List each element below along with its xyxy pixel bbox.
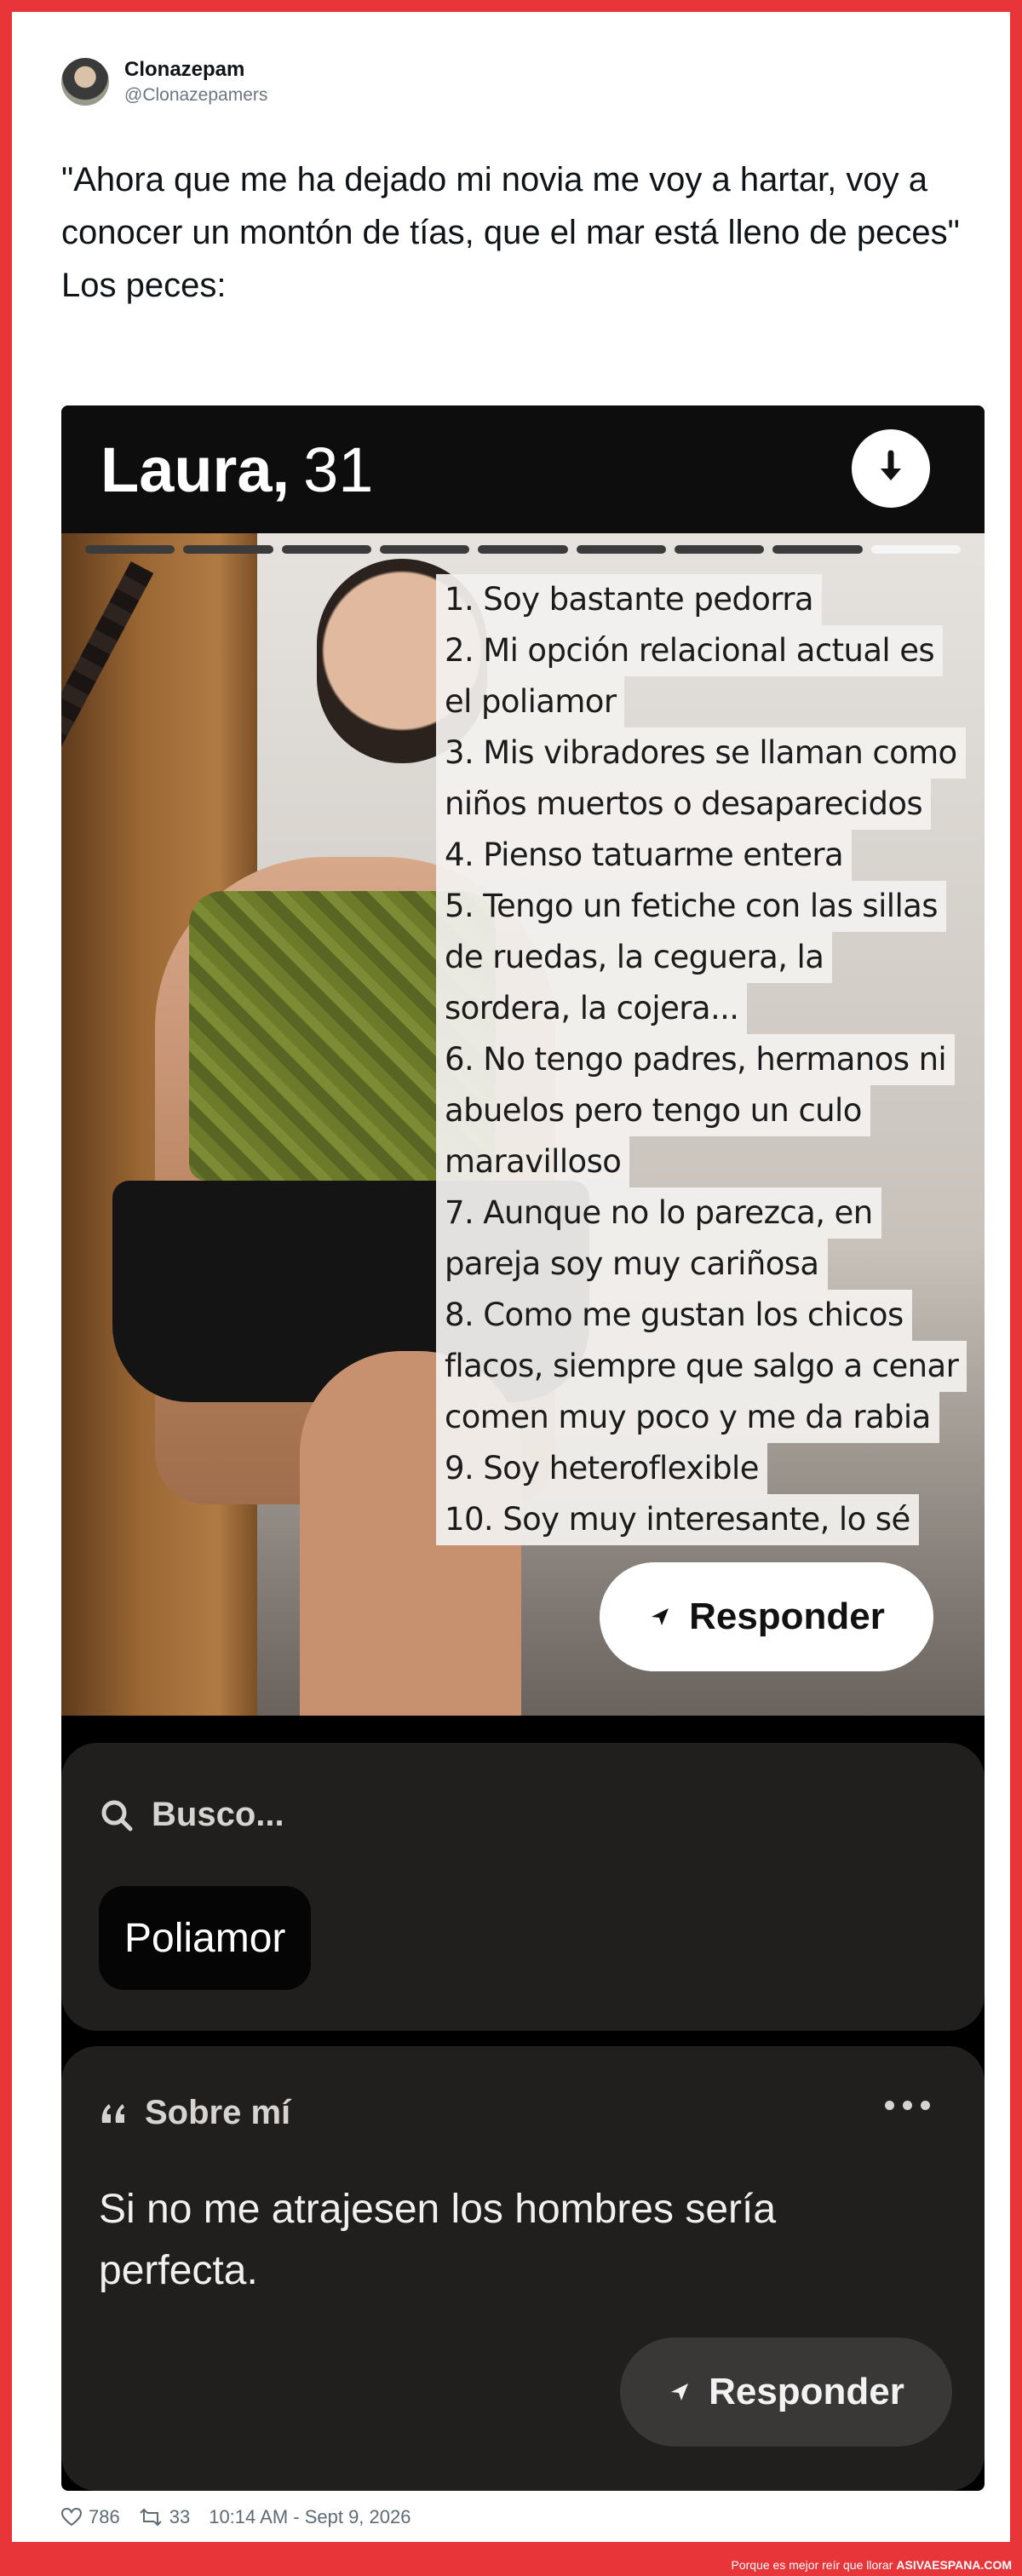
send-icon	[652, 1608, 669, 1625]
list-line: 7. Aunque no lo parezca, en	[436, 1187, 881, 1239]
busco-heading: Busco...	[152, 1796, 284, 1833]
progress-segment[interactable]	[183, 545, 273, 554]
tweet-text: "Ahora que me ha dejado mi novia me voy …	[61, 161, 960, 304]
list-line: 9. Soy heteroflexible	[436, 1443, 767, 1494]
author-handle[interactable]: @Clonazepamers	[124, 85, 267, 106]
list-line: sordera, la cojera...	[436, 983, 748, 1034]
tweet-author[interactable]: Clonazepam @Clonazepamers	[61, 58, 267, 106]
reply-label: Responder	[689, 1596, 885, 1637]
about-card: Sobre mí Si no me atrajesen los hombres …	[61, 2046, 985, 2491]
progress-segment[interactable]	[478, 545, 568, 554]
author-name[interactable]: Clonazepam	[124, 58, 267, 82]
about-text: Si no me atrajesen los hombres sería per…	[99, 2187, 777, 2293]
list-line: 4. Pienso tatuarme entera	[436, 830, 853, 881]
reply-button-photo[interactable]: Responder	[600, 1562, 933, 1671]
list-line: de ruedas, la ceguera, la	[436, 932, 833, 983]
footer-brand[interactable]: ASIVAESPANA.COM	[896, 2558, 1012, 2572]
profile-list: 1. Soy bastante pedorra 2. Mi opción rela…	[436, 574, 973, 1545]
profile-name: Laura,	[100, 434, 290, 505]
list-line: 6. No tengo padres, hermanos ni	[436, 1034, 956, 1085]
list-line: pareja soy muy cariñosa	[436, 1239, 828, 1290]
reply-button-about[interactable]: Responder	[620, 2337, 952, 2447]
about-heading: Sobre mí	[145, 2094, 291, 2131]
footer-tagline: Porque es mejor reír que llorar	[731, 2558, 893, 2572]
list-line: 5. Tengo un fetiche con las sillas	[436, 881, 946, 932]
profile-age: 31	[303, 434, 374, 505]
list-line: niños muertos o desaparecidos	[436, 779, 932, 830]
reply-label: Responder	[709, 2371, 904, 2412]
down-arrow-icon	[881, 450, 901, 480]
list-line: 3. Mis vibradores se llaman como	[436, 727, 966, 779]
list-line: 8. Como me gustan los chicos	[436, 1290, 912, 1341]
progress-segment[interactable]	[674, 545, 765, 554]
busco-card: Busco... Poliamor	[61, 1743, 985, 2031]
list-line: comen muy poco y me da rabia	[436, 1392, 939, 1443]
progress-segment[interactable]	[281, 545, 371, 554]
tweet-timestamp[interactable]: 10:14 AM - Sept 9, 2026	[209, 2506, 411, 2528]
progress-segment[interactable]	[85, 545, 175, 554]
list-line: 1. Soy bastante pedorra	[436, 574, 822, 625]
retweet-icon	[140, 2508, 162, 2527]
tweet-frame: Clonazepam @Clonazepamers "Ahora que me …	[0, 0, 1022, 2554]
progress-segment[interactable]	[870, 545, 961, 554]
like-button[interactable]: 786	[61, 2506, 120, 2528]
send-icon	[671, 2383, 689, 2401]
list-line: maravilloso	[436, 1136, 630, 1187]
down-arrow-button[interactable]	[852, 429, 930, 508]
retweet-button[interactable]: 33	[139, 2506, 190, 2528]
retweet-count: 33	[169, 2506, 191, 2527]
progress-segment[interactable]	[576, 545, 666, 554]
tweet-meta: 786 33 10:14 AM - Sept 9, 2026	[61, 2506, 411, 2528]
progress-segment[interactable]	[379, 545, 470, 554]
story-progress-bar	[85, 545, 961, 554]
like-count: 786	[89, 2506, 120, 2527]
list-line: 10. Soy muy interesante, lo sé	[436, 1494, 919, 1545]
site-footer: Porque es mejor reír que llorar ASIVAESP…	[0, 2554, 1022, 2576]
more-icon[interactable]	[885, 2101, 930, 2110]
list-line: el poliamor	[436, 676, 625, 727]
heart-icon	[61, 2508, 82, 2527]
quote-icon	[101, 2103, 124, 2123]
avatar[interactable]	[61, 58, 109, 106]
progress-segment[interactable]	[772, 545, 863, 554]
list-line: flacos, siempre que salgo a cenar	[436, 1341, 967, 1392]
embedded-screenshot: Laura, 31 1. Soy bastante pedorra 2. Mi o…	[61, 405, 985, 2491]
profile-header: Laura, 31	[61, 405, 985, 533]
search-icon	[101, 1800, 133, 1831]
list-line: 2. Mi opción relacional actual es	[436, 625, 944, 676]
poliamor-chip: Poliamor	[99, 1886, 312, 1990]
list-line: abuelos pero tengo un culo	[436, 1085, 870, 1136]
